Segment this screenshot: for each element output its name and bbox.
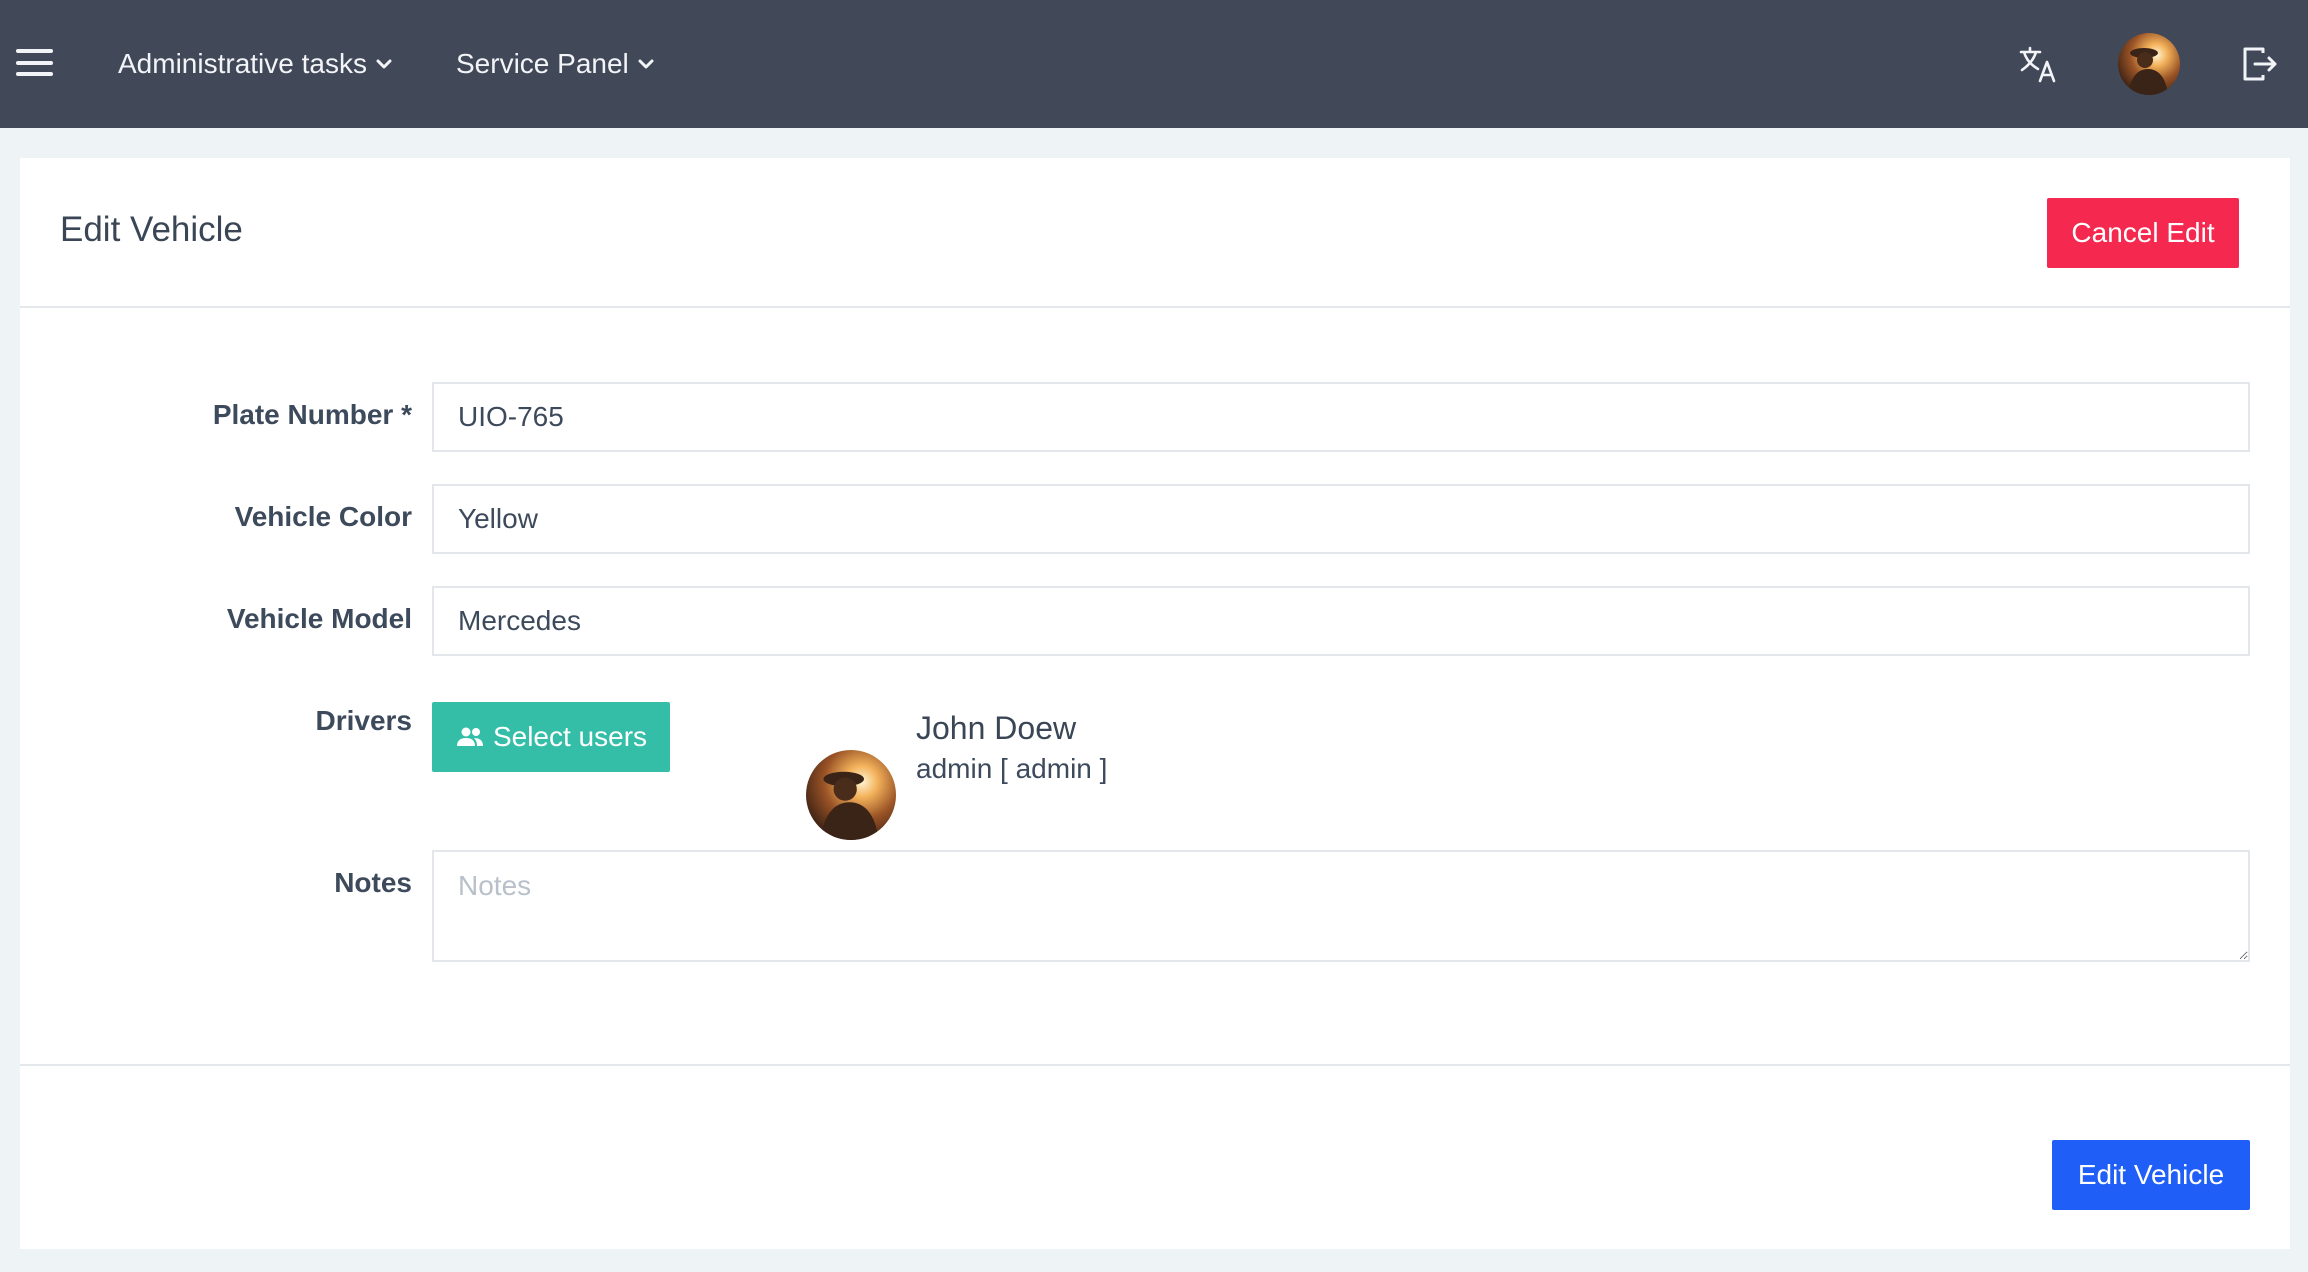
- vehicle-color-label: Vehicle Color: [234, 501, 412, 532]
- edit-vehicle-button[interactable]: Edit Vehicle: [2052, 1140, 2250, 1210]
- nav-menu-label: Administrative tasks: [118, 48, 367, 79]
- drivers-label: Drivers: [315, 705, 412, 736]
- plate-number-label: Plate Number *: [212, 399, 412, 430]
- plate-number-input[interactable]: [432, 382, 2250, 452]
- page-title: Edit Vehicle: [60, 210, 243, 249]
- users-icon: [456, 727, 483, 746]
- vehicle-model-label: Vehicle Model: [226, 603, 412, 634]
- chevron-down-icon: [376, 59, 392, 69]
- select-users-button[interactable]: Select users: [432, 702, 670, 772]
- user-avatar[interactable]: [2118, 0, 2180, 128]
- translate-icon[interactable]: [2014, 0, 2062, 128]
- nav-menu-label: Service Panel: [456, 48, 629, 79]
- selected-driver: John Doew admin [ admin ]: [806, 710, 1107, 840]
- card-header: Edit Vehicle Cancel Edit: [20, 158, 2290, 308]
- footer-divider: [20, 1064, 2290, 1066]
- vehicle-color-input[interactable]: [432, 484, 2250, 554]
- driver-avatar: [806, 750, 896, 840]
- logout-icon[interactable]: [2238, 0, 2282, 128]
- driver-name: John Doew: [916, 710, 1077, 746]
- driver-info: John Doew admin [ admin ]: [916, 710, 1107, 785]
- notes-textarea[interactable]: [432, 850, 2250, 962]
- hamburger-menu-icon[interactable]: [16, 49, 53, 76]
- cancel-edit-button[interactable]: Cancel Edit: [2047, 198, 2239, 268]
- edit-vehicle-card: Edit Vehicle Cancel Edit Plate Number * …: [20, 158, 2290, 1249]
- nav-menu-service-panel[interactable]: Service Panel: [456, 0, 655, 128]
- vehicle-model-input[interactable]: [432, 586, 2250, 656]
- nav-menu-administrative-tasks[interactable]: Administrative tasks: [118, 0, 393, 128]
- chevron-down-icon: [638, 59, 654, 69]
- top-navbar: Administrative tasks Service Panel: [0, 0, 2308, 128]
- select-users-label: Select users: [492, 721, 648, 752]
- driver-role: admin [ admin ]: [916, 753, 1108, 784]
- notes-label: Notes: [334, 867, 412, 898]
